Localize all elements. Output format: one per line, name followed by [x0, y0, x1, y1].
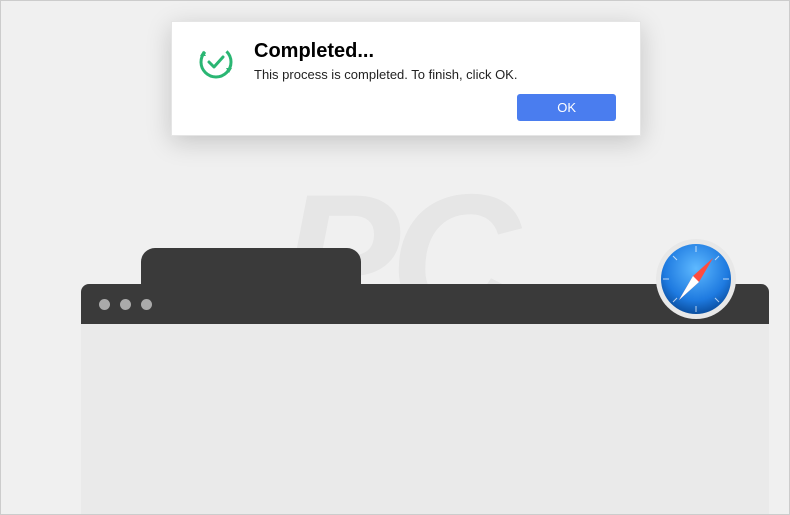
dialog-title: Completed... — [254, 40, 616, 63]
safari-compass-icon — [653, 236, 739, 322]
dialog-message: This process is completed. To finish, cl… — [254, 67, 616, 82]
browser-titlebar — [81, 284, 769, 324]
browser-content-area — [81, 324, 769, 514]
close-window-icon[interactable] — [99, 299, 110, 310]
ok-button[interactable]: OK — [517, 94, 616, 121]
completed-dialog: Completed... This process is completed. … — [171, 21, 641, 136]
browser-tab[interactable] — [141, 248, 361, 288]
minimize-window-icon[interactable] — [120, 299, 131, 310]
checkmark-refresh-icon — [196, 42, 236, 82]
browser-window — [81, 284, 769, 514]
maximize-window-icon[interactable] — [141, 299, 152, 310]
